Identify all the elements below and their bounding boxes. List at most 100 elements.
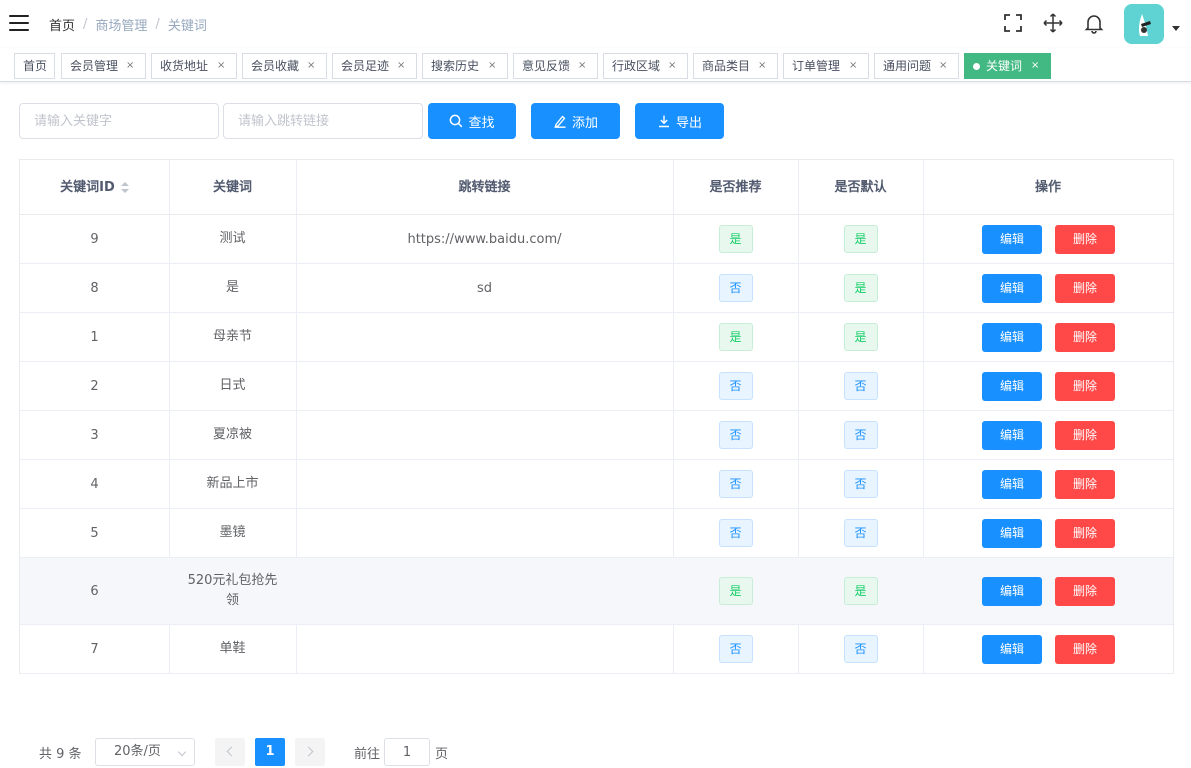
cell-default: 是: [798, 558, 923, 624]
tag-shipping-address[interactable]: 收货地址 ×: [151, 53, 237, 79]
table-row: 9 测试 https://www.baidu.com/是 是 编辑 删除: [20, 215, 1173, 264]
close-icon[interactable]: ×: [307, 54, 315, 78]
close-icon[interactable]: ×: [126, 54, 134, 78]
close-icon[interactable]: ×: [758, 54, 766, 78]
next-page-button[interactable]: [295, 738, 325, 766]
cell-default: 否: [798, 362, 923, 410]
cell-default: 否: [798, 460, 923, 508]
prev-page-button[interactable]: [215, 738, 245, 766]
breadcrumb-home[interactable]: 首页: [49, 15, 75, 34]
delete-button[interactable]: 删除: [1055, 635, 1115, 664]
delete-button[interactable]: 删除: [1055, 323, 1115, 352]
cell-url: [296, 362, 673, 410]
delete-button[interactable]: 删除: [1055, 470, 1115, 499]
page-size-select[interactable]: 20条/页: [95, 738, 195, 766]
tag-home[interactable]: 首页: [14, 53, 55, 79]
edit-button[interactable]: 编辑: [982, 470, 1042, 499]
recommend-badge: 否: [718, 635, 753, 663]
column-header-label: 关键词ID: [60, 180, 115, 195]
tag-search-history[interactable]: 搜索历史 ×: [422, 53, 508, 79]
cell-recommend: 否: [673, 460, 798, 508]
sort-icon[interactable]: [120, 181, 129, 194]
page-suffix-label: 页: [435, 747, 449, 762]
recommend-badge: 是: [718, 577, 753, 605]
edit-button[interactable]: 编辑: [982, 519, 1042, 548]
page-number-current[interactable]: 1: [255, 738, 285, 766]
url-search-input[interactable]: [223, 103, 423, 139]
tag-keyword[interactable]: 关键词 ×: [964, 53, 1051, 79]
edit-button[interactable]: 编辑: [982, 274, 1042, 303]
cell-keyword: 是: [225, 280, 239, 295]
cell-keyword: 夏凉被: [212, 427, 252, 442]
delete-button[interactable]: 删除: [1055, 519, 1115, 548]
close-icon[interactable]: ×: [217, 54, 225, 78]
tag-order-management[interactable]: 订单管理 ×: [783, 53, 869, 79]
tag-region[interactable]: 行政区域 ×: [603, 53, 688, 79]
search-button[interactable]: 查找: [428, 103, 516, 139]
delete-button[interactable]: 删除: [1055, 225, 1115, 254]
edit-button[interactable]: 编辑: [982, 225, 1042, 254]
tag-category[interactable]: 商品类目 ×: [693, 53, 778, 79]
delete-button[interactable]: 删除: [1055, 274, 1115, 303]
recommend-badge: 否: [718, 372, 753, 400]
cell-url: [296, 558, 673, 624]
caret-down-icon[interactable]: [1172, 26, 1180, 31]
cell-default: 否: [798, 625, 923, 673]
column-header-id[interactable]: 关键词ID: [20, 160, 169, 215]
tag-label: 搜索历史: [431, 59, 480, 73]
cell-recommend: 是: [673, 215, 798, 263]
cell-url: sd: [476, 280, 493, 296]
close-icon[interactable]: ×: [1031, 54, 1039, 78]
default-badge: 否: [843, 470, 878, 498]
cell-recommend: 否: [673, 264, 798, 312]
tag-feedback[interactable]: 意见反馈 ×: [513, 53, 598, 79]
move-icon[interactable]: [1042, 12, 1064, 34]
export-button[interactable]: 导出: [635, 103, 724, 139]
add-button[interactable]: 添加: [531, 103, 620, 139]
goto-page-input[interactable]: [384, 738, 430, 766]
edit-button[interactable]: 编辑: [982, 323, 1042, 352]
edit-button[interactable]: 编辑: [982, 635, 1042, 664]
cell-url: [296, 625, 673, 673]
cell-id: 1: [90, 329, 99, 345]
delete-button[interactable]: 删除: [1055, 577, 1115, 606]
table-row: 8 是 sd 否 是 编辑 删除: [20, 264, 1173, 313]
close-icon[interactable]: ×: [397, 54, 405, 78]
edit-button[interactable]: 编辑: [982, 421, 1042, 450]
chevron-down-icon: [177, 747, 187, 757]
tag-faq[interactable]: 通用问题 ×: [874, 53, 959, 79]
default-badge: 是: [843, 323, 878, 351]
cell-recommend: 是: [673, 313, 798, 361]
hamburger-menu-icon[interactable]: [9, 14, 29, 32]
delete-button[interactable]: 删除: [1055, 421, 1115, 450]
delete-button[interactable]: 删除: [1055, 372, 1115, 401]
edit-button[interactable]: 编辑: [982, 372, 1042, 401]
close-icon[interactable]: ×: [668, 54, 676, 78]
cell-id: 6: [90, 583, 99, 599]
breadcrumb-mall-management[interactable]: 商场管理: [95, 15, 147, 34]
cell-recommend: 是: [673, 558, 798, 624]
cell-id: 8: [90, 280, 99, 296]
cell-recommend: 否: [673, 625, 798, 673]
cell-recommend: 否: [673, 362, 798, 410]
close-icon[interactable]: ×: [849, 54, 857, 78]
edit-button[interactable]: 编辑: [982, 577, 1042, 606]
keyword-search-input[interactable]: [19, 103, 219, 139]
search-icon: [450, 114, 463, 128]
cell-recommend: 否: [673, 411, 798, 459]
cell-id: 3: [90, 427, 99, 443]
close-icon[interactable]: ×: [488, 54, 496, 78]
default-badge: 否: [843, 519, 878, 547]
avatar[interactable]: [1124, 4, 1164, 44]
goto-label: 前往: [354, 747, 381, 762]
cell-id: 4: [90, 476, 99, 492]
tag-member-management[interactable]: 会员管理 ×: [61, 53, 146, 79]
bell-icon[interactable]: [1083, 12, 1105, 34]
default-badge: 是: [843, 577, 878, 605]
column-header-default: 是否默认: [798, 160, 923, 215]
tag-member-favorites[interactable]: 会员收藏 ×: [242, 53, 327, 79]
close-icon[interactable]: ×: [578, 54, 586, 78]
fullscreen-icon[interactable]: [1002, 12, 1024, 34]
close-icon[interactable]: ×: [939, 54, 947, 78]
tag-member-footprint[interactable]: 会员足迹 ×: [332, 53, 417, 79]
